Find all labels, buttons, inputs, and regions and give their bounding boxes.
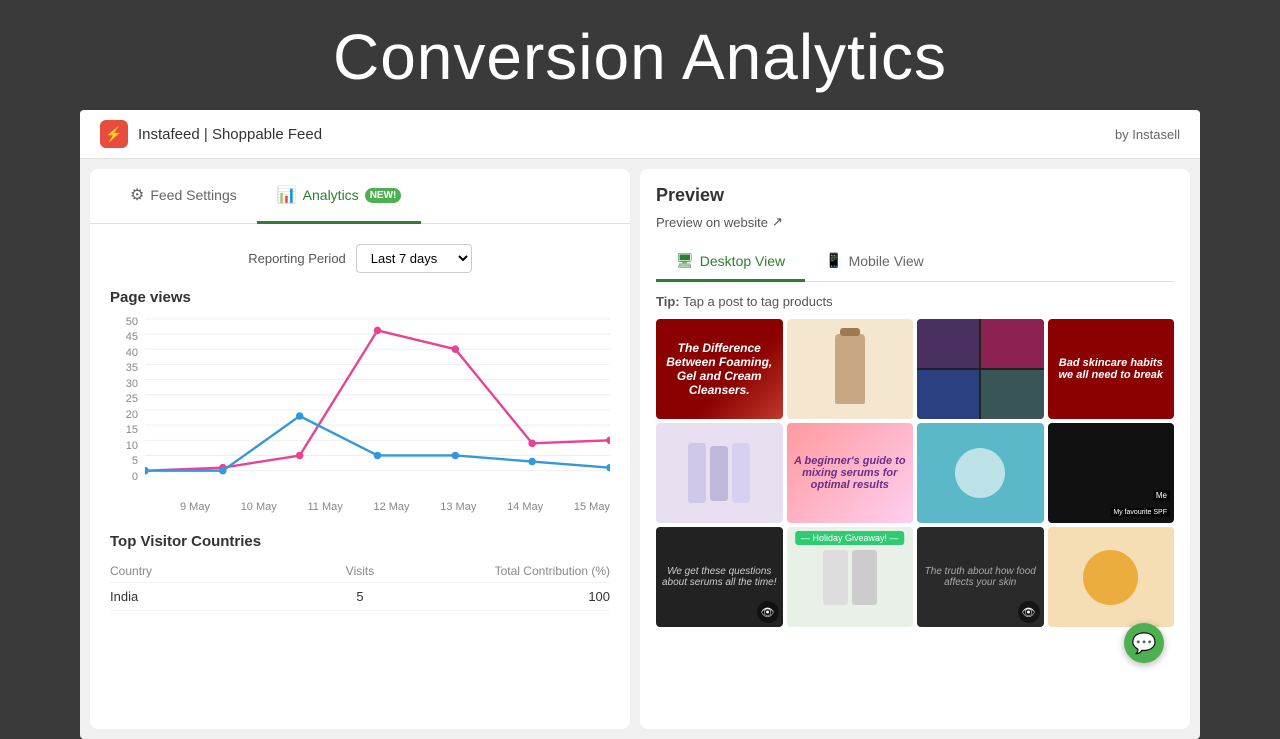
grid-item-3[interactable] [917, 319, 1044, 419]
grid-item-2[interactable] [787, 319, 914, 419]
tab-desktop[interactable]: 🖥 Desktop View [656, 242, 805, 282]
mobile-icon: 📱 [825, 252, 842, 269]
chat-button[interactable]: 💬 [1124, 623, 1164, 663]
chart-icon: 📊 [277, 185, 297, 205]
holiday-badge: — Holiday Giveaway! — [795, 531, 905, 545]
table-row: India 5 100 [110, 583, 610, 611]
image-grid: The Difference Between Foaming, Gel and … [656, 319, 1174, 627]
grid-item-11[interactable]: The truth about how food affects your sk… [917, 527, 1044, 627]
grid-item-12[interactable] [1048, 527, 1175, 627]
feed-settings-label: Feed Settings [150, 187, 236, 203]
left-panel: ⚙ Feed Settings 📊 Analytics NEW! Reporti… [90, 169, 630, 729]
tab-feed-settings[interactable]: ⚙ Feed Settings [110, 169, 257, 224]
analytics-label: Analytics [303, 187, 359, 203]
preview-link[interactable]: Preview on website ↗ [656, 214, 1174, 230]
grid-item-10[interactable]: — Holiday Giveaway! — [787, 527, 914, 627]
app-header-by: by Instasell [1115, 127, 1180, 142]
new-badge: NEW! [365, 188, 402, 203]
right-panel: Preview Preview on website ↗ 🖥 Desktop V… [640, 169, 1190, 729]
preview-link-label: Preview on website [656, 215, 768, 230]
col-contribution-header: Total Contribution (%) [443, 564, 610, 578]
visitors-title: Top Visitor Countries [110, 533, 610, 550]
app-header: ⚡ Instafeed | Shoppable Feed by Instasel… [80, 110, 1200, 159]
chart-title: Page views [110, 289, 610, 306]
desktop-label: Desktop View [700, 253, 785, 269]
tab-mobile[interactable]: 📱 Mobile View [805, 242, 944, 282]
grid-item-5[interactable] [656, 423, 783, 523]
grid-item-7[interactable] [917, 423, 1044, 523]
app-logo: ⚡ [100, 120, 128, 148]
grid-item-4[interactable]: Bad skincare habits we all need to break [1048, 319, 1175, 419]
desktop-icon: 🖥 [676, 252, 694, 269]
tip-text: Tip: Tap a post to tag products [656, 294, 1174, 309]
grid-item-6[interactable]: A beginner's guide to mixing serums for … [787, 423, 914, 523]
app-header-title: Instafeed | Shoppable Feed [138, 126, 322, 143]
period-select[interactable]: Last 7 days Last 30 days Last 90 days [356, 244, 472, 273]
col-visits-header: Visits [277, 564, 444, 578]
page-title: Conversion Analytics [0, 0, 1280, 110]
hidden-icon-9: 👁 [757, 601, 779, 623]
mobile-label: Mobile View [849, 253, 924, 269]
tab-analytics[interactable]: 📊 Analytics NEW! [257, 169, 422, 224]
view-tabs: 🖥 Desktop View 📱 Mobile View [656, 242, 1174, 282]
hidden-icon-11: 👁 [1018, 601, 1040, 623]
preview-title: Preview [656, 185, 1174, 206]
grid-item-1[interactable]: The Difference Between Foaming, Gel and … [656, 319, 783, 419]
tabs: ⚙ Feed Settings 📊 Analytics NEW! [90, 169, 630, 224]
app-container: ⚡ Instafeed | Shoppable Feed by Instasel… [80, 110, 1200, 739]
page-views-chart [145, 316, 610, 492]
col-country-header: Country [110, 564, 277, 578]
grid-item-8[interactable]: Me My favourite SPF [1048, 423, 1175, 523]
gear-icon: ⚙ [130, 185, 144, 205]
reporting-period: Reporting Period Last 7 days Last 30 day… [110, 244, 610, 273]
external-link-icon: ↗ [772, 214, 783, 230]
reporting-label: Reporting Period [248, 251, 346, 266]
grid-item-9[interactable]: We get these questions about serums all … [656, 527, 783, 627]
